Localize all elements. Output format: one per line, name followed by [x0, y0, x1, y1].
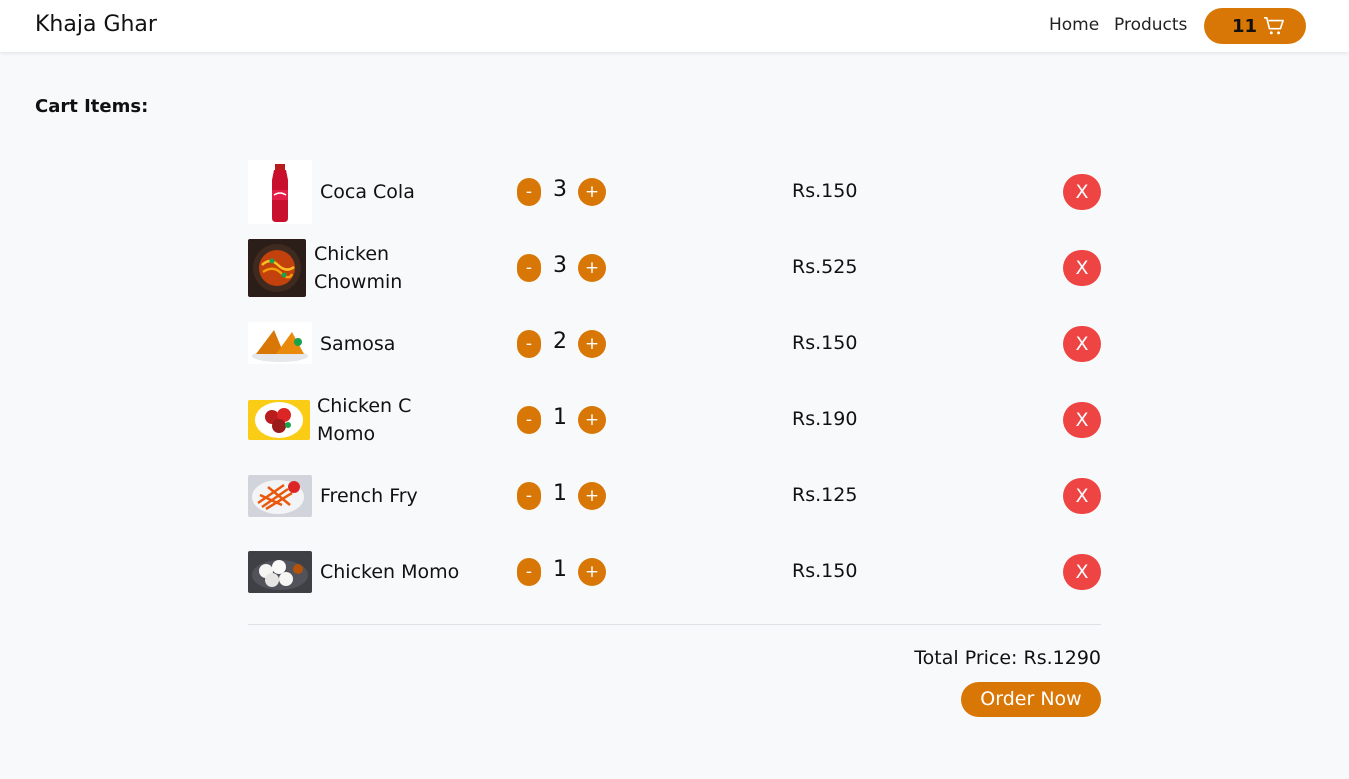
french-fry-image [248, 475, 312, 517]
chicken-chowmin-image [248, 239, 306, 297]
decrease-qty-button[interactable]: - [517, 406, 541, 434]
item-quantity: 2 [553, 329, 567, 354]
remove-item-button[interactable]: X [1063, 554, 1101, 590]
decrease-qty-button[interactable]: - [517, 558, 541, 586]
item-price: Rs.125 [792, 484, 858, 506]
item-price: Rs.150 [792, 560, 858, 582]
decrease-qty-button[interactable]: - [517, 482, 541, 510]
chicken-momo-image [248, 551, 312, 593]
item-quantity: 3 [553, 253, 567, 278]
cart-count: 11 [1232, 16, 1258, 37]
increase-qty-button[interactable]: + [578, 558, 606, 586]
remove-item-button[interactable]: X [1063, 326, 1101, 362]
samosa-image [248, 322, 312, 364]
item-price: Rs.525 [792, 256, 858, 278]
decrease-qty-button[interactable]: - [517, 330, 541, 358]
increase-qty-button[interactable]: + [578, 482, 606, 510]
order-now-button[interactable]: Order Now [961, 682, 1101, 717]
decrease-qty-button[interactable]: - [517, 178, 541, 206]
increase-qty-button[interactable]: + [578, 254, 606, 282]
increase-qty-button[interactable]: + [578, 330, 606, 358]
chicken-c-momo-image [248, 400, 310, 440]
cart-item-row: Chicken Chowmin - 3 + Rs.525 X [248, 236, 1101, 300]
shopping-cart-icon [1264, 17, 1284, 35]
remove-item-button[interactable]: X [1063, 478, 1101, 514]
cart-item-row: Coca Cola - 3 + Rs.150 X [248, 160, 1101, 224]
item-name: Chicken Chowmin [314, 243, 403, 293]
divider [248, 624, 1101, 625]
nav-link-home[interactable]: Home [1049, 15, 1099, 35]
remove-item-button[interactable]: X [1063, 174, 1101, 210]
increase-qty-button[interactable]: + [578, 178, 606, 206]
item-name: Chicken C Momo [317, 395, 412, 445]
item-quantity: 1 [553, 405, 567, 430]
item-quantity: 1 [553, 481, 567, 506]
cart-button[interactable]: 11 [1204, 8, 1306, 44]
brand-logo[interactable]: Khaja Ghar [35, 12, 157, 37]
item-name: Coca Cola [320, 181, 415, 203]
cart-item-row: Chicken Momo - 1 + Rs.150 X [248, 540, 1101, 604]
increase-qty-button[interactable]: + [578, 406, 606, 434]
item-name: Samosa [320, 333, 396, 355]
remove-item-button[interactable]: X [1063, 402, 1101, 438]
remove-item-button[interactable]: X [1063, 250, 1101, 286]
item-name: French Fry [320, 485, 418, 507]
item-price: Rs.150 [792, 180, 858, 202]
cart-item-row: Samosa - 2 + Rs.150 X [248, 312, 1101, 376]
item-price: Rs.150 [792, 332, 858, 354]
item-quantity: 3 [553, 177, 567, 202]
item-quantity: 1 [553, 557, 567, 582]
item-name: Chicken Momo [320, 561, 460, 583]
cart-items-heading: Cart Items: [35, 96, 149, 117]
total-price: Total Price: Rs.1290 [914, 647, 1101, 669]
cart-item-row: Chicken C Momo - 1 + Rs.190 X [248, 388, 1101, 452]
cart-item-row: French Fry - 1 + Rs.125 X [248, 464, 1101, 528]
nav-link-products[interactable]: Products [1114, 15, 1187, 35]
item-price: Rs.190 [792, 408, 858, 430]
coca-cola-image [248, 160, 312, 224]
decrease-qty-button[interactable]: - [517, 254, 541, 282]
navbar: Khaja Ghar Home Products 11 [0, 0, 1349, 52]
